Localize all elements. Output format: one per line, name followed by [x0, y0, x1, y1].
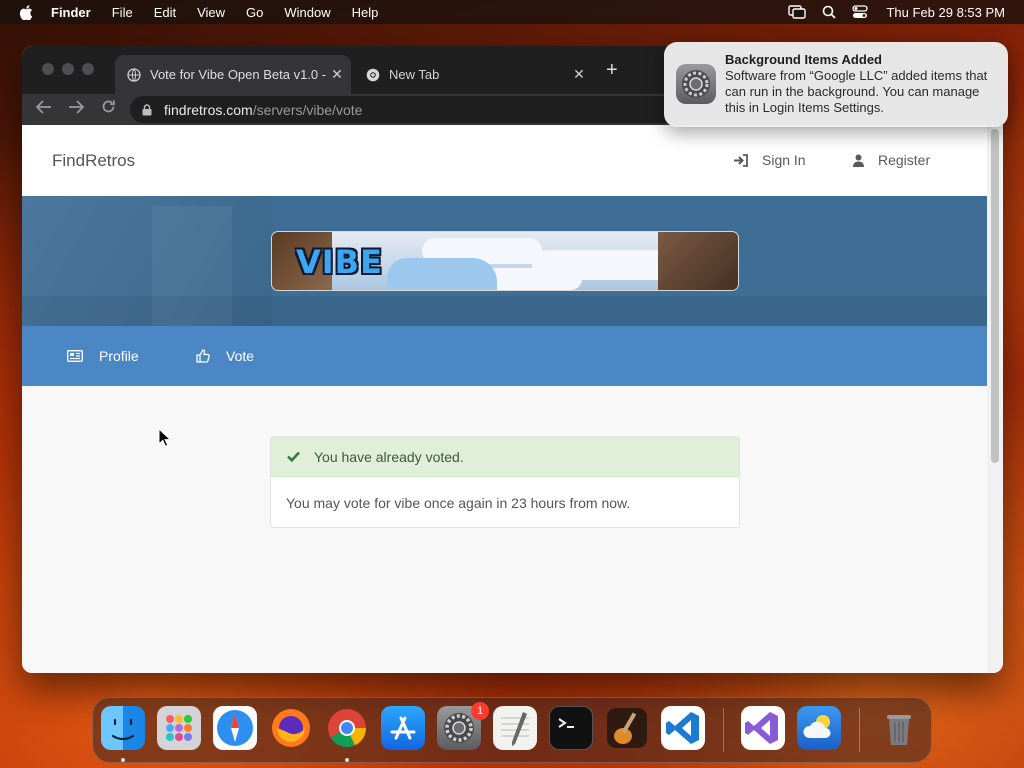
- browser-window: Vote for Vibe Open Beta v1.0 - ✕ New Tab…: [22, 46, 1003, 673]
- menu-bar: Finder File Edit View Go Window Help Thu…: [0, 0, 1024, 24]
- control-center-icon[interactable]: [852, 5, 869, 19]
- tab-vote-for-vibe[interactable]: Vote for Vibe Open Beta v1.0 - ✕: [115, 55, 351, 94]
- mouse-cursor-icon: [158, 428, 170, 447]
- hero-section: VIBE: [22, 196, 987, 326]
- alert-header: You have already voted.: [271, 437, 739, 477]
- sign-in-icon: [734, 153, 748, 167]
- background-items-notification[interactable]: Background Items Added Software from “Go…: [664, 42, 1008, 127]
- server-subnav: Profile Vote: [22, 326, 987, 386]
- apple-menu-icon[interactable]: [19, 4, 33, 20]
- banner-vibe-logo: VIBE: [296, 243, 383, 281]
- vote-tab-label: Vote: [226, 348, 255, 364]
- screen-mirroring-icon[interactable]: [788, 5, 807, 19]
- vote-status-alert: You have already voted. You may vote for…: [270, 436, 740, 528]
- banner-ice-shape: [387, 258, 497, 290]
- thumbs-up-icon: [196, 349, 210, 363]
- lock-icon[interactable]: [142, 103, 152, 116]
- menu-bar-clock[interactable]: Thu Feb 29 8:53 PM: [886, 5, 1005, 20]
- notification-badge: 1: [471, 702, 489, 720]
- dock-separator: [723, 708, 724, 752]
- close-tab-icon[interactable]: ✕: [326, 66, 348, 83]
- url-path: /servers/vibe/vote: [252, 101, 363, 118]
- register-label: Register: [878, 152, 931, 168]
- launchpad-icon[interactable]: [157, 706, 201, 750]
- site-brand-link[interactable]: FindRetros: [52, 151, 135, 171]
- web-page: FindRetros Sign In Register VIBE Profile…: [22, 125, 987, 673]
- site-header: FindRetros Sign In Register: [22, 125, 987, 196]
- url-host: findretros.com: [164, 101, 253, 118]
- alert-title: You have already voted.: [314, 448, 464, 465]
- globe-icon: [127, 67, 141, 82]
- menu-window[interactable]: Window: [284, 5, 330, 20]
- checkmark-icon: [287, 451, 300, 462]
- chrome-icon[interactable]: [325, 706, 369, 750]
- terminal-icon[interactable]: [549, 706, 593, 750]
- user-icon: [853, 154, 864, 167]
- menu-help[interactable]: Help: [352, 5, 379, 20]
- close-window-button[interactable]: [42, 63, 54, 75]
- minimize-window-button[interactable]: [62, 63, 74, 75]
- dock: 1: [92, 697, 932, 763]
- tab-new-tab[interactable]: New Tab ✕: [353, 55, 593, 94]
- forward-arrow-icon[interactable]: [65, 99, 87, 119]
- zoom-window-button[interactable]: [82, 63, 94, 75]
- firefox-icon[interactable]: [269, 706, 313, 750]
- new-tab-button[interactable]: +: [606, 60, 618, 80]
- menu-file[interactable]: File: [112, 5, 133, 20]
- sign-in-label: Sign In: [762, 152, 806, 168]
- profile-tab-label: Profile: [99, 348, 139, 364]
- dock-separator: [859, 708, 860, 752]
- alert-body: You may vote for vibe once again in 23 h…: [286, 495, 631, 511]
- address-bar[interactable]: findretros.com/servers/vibe/vote: [130, 96, 690, 123]
- sign-in-link[interactable]: Sign In: [734, 152, 806, 168]
- profile-tab[interactable]: Profile: [67, 348, 139, 364]
- weather-icon[interactable]: [797, 706, 841, 750]
- notification-body: Software from “Google LLC” added items t…: [725, 68, 988, 115]
- tab-title: New Tab: [389, 67, 440, 82]
- scrollbar-thumb[interactable]: [991, 129, 999, 463]
- reload-icon[interactable]: [97, 99, 119, 119]
- menu-edit[interactable]: Edit: [154, 5, 176, 20]
- running-indicator: [345, 758, 349, 762]
- back-arrow-icon[interactable]: [33, 99, 55, 119]
- garageband-icon[interactable]: [605, 706, 649, 750]
- server-banner-image: VIBE: [271, 231, 739, 291]
- tab-title: Vote for Vibe Open Beta v1.0 -: [150, 67, 326, 82]
- textedit-icon[interactable]: [493, 706, 537, 750]
- menu-view[interactable]: View: [197, 5, 225, 20]
- vscode-icon[interactable]: [661, 706, 705, 750]
- vote-tab[interactable]: Vote: [196, 348, 254, 364]
- hero-background-shape: [22, 296, 987, 326]
- finder-icon[interactable]: [101, 706, 145, 750]
- banner-right-figure: [658, 232, 738, 290]
- notification-title: Background Items Added: [725, 52, 882, 67]
- running-indicator: [121, 758, 125, 762]
- chrome-icon: [366, 68, 380, 81]
- close-tab-icon[interactable]: ✕: [568, 66, 590, 83]
- safari-icon[interactable]: [213, 706, 257, 750]
- app-store-icon[interactable]: [381, 706, 425, 750]
- visual-studio-icon[interactable]: [741, 706, 785, 750]
- window-controls: [42, 63, 102, 75]
- trash-icon[interactable]: [877, 706, 921, 750]
- register-link[interactable]: Register: [853, 152, 930, 168]
- menu-app-name[interactable]: Finder: [51, 5, 91, 20]
- page-scrollbar[interactable]: [987, 125, 1003, 673]
- menu-go[interactable]: Go: [246, 5, 263, 20]
- spotlight-search-icon[interactable]: [822, 5, 837, 19]
- system-settings-gear-icon: [676, 64, 716, 104]
- profile-card-icon: [67, 350, 83, 362]
